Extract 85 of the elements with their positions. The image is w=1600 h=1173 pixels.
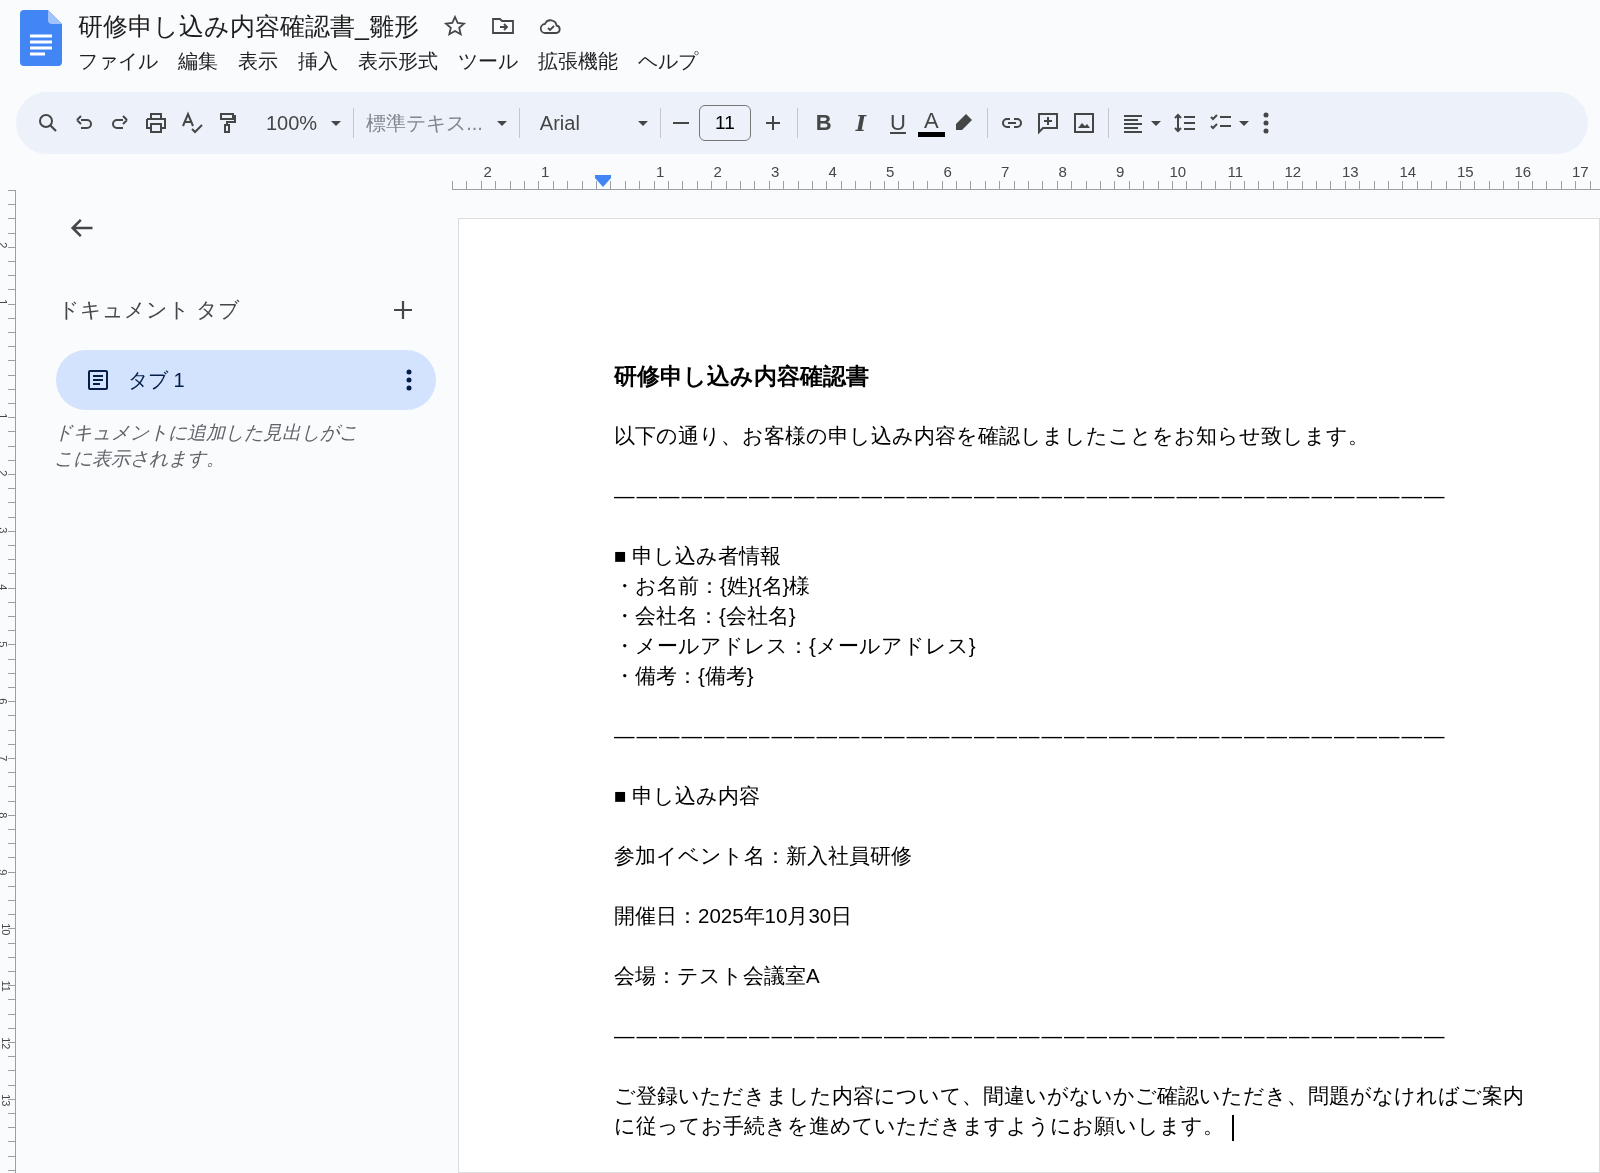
paragraph: 会場：テスト会議室A [614, 963, 821, 989]
menu-item[interactable]: 拡張機能 [528, 46, 628, 76]
ruler-number: 9 [0, 869, 11, 876]
ruler-number: 7 [0, 755, 11, 762]
font-size-field[interactable]: 11 [698, 105, 751, 141]
list-item: ・お名前：{姓}{名}様 [614, 574, 811, 597]
ruler-number: 1 [0, 413, 11, 420]
ruler-number: 6 [0, 698, 11, 705]
spellcheck-icon [180, 111, 204, 135]
ruler-number: 12 [1284, 163, 1302, 180]
sidebar-title: ドキュメント タブ [58, 297, 240, 323]
ruler-number: 3 [771, 163, 780, 180]
ruler-number: 4 [0, 584, 11, 591]
underline-button[interactable]: U [878, 108, 918, 138]
menu-item[interactable]: ツール [448, 46, 528, 76]
ruler-number: 2 [483, 163, 492, 180]
menu-item[interactable]: 挿入 [288, 46, 348, 76]
menu-item[interactable]: ファイル [68, 46, 168, 76]
paragraph: 参加イベント名：新入社員研修 [614, 843, 913, 869]
image-icon [1071, 111, 1096, 135]
menu-item[interactable]: 表示 [228, 46, 288, 76]
ruler-number: 2 [0, 470, 11, 477]
ruler-number: 11 [0, 980, 13, 993]
caret-icon [496, 120, 507, 126]
document-title[interactable]: 研修申し込み内容確認書_雛形 [78, 10, 419, 42]
ruler-number: 17 [1571, 163, 1589, 180]
ruler-number: 16 [1514, 163, 1532, 180]
divider-line: ————————————————————————————————————— [614, 724, 1447, 747]
paragraph: 開催日：2025年10月30日 [614, 903, 854, 929]
divider-line: ————————————————————————————————————— [614, 484, 1447, 507]
caret-icon [331, 120, 342, 126]
zoom-dropdown[interactable]: 100% [260, 102, 348, 144]
menu-item[interactable]: 表示形式 [348, 46, 448, 76]
star-icon[interactable] [442, 14, 467, 38]
ruler-number: 1 [0, 299, 11, 306]
minus-icon [672, 122, 689, 124]
ruler-number: 12 [0, 1037, 14, 1050]
list-item: ・メールアドレス：{メールアドレス} [614, 634, 976, 657]
caret-icon [1150, 120, 1161, 126]
docs-logo-icon[interactable] [20, 10, 62, 66]
ruler-number: 2 [0, 242, 11, 249]
ruler-number: 5 [0, 641, 11, 648]
menu-item[interactable]: 編集 [168, 46, 228, 76]
ruler-number: 13 [0, 1094, 14, 1107]
italic-button[interactable]: I [843, 108, 879, 138]
document-icon [86, 367, 110, 392]
document-tab[interactable]: タブ 1 [56, 349, 436, 410]
bold-button[interactable]: B [803, 108, 844, 138]
divider-line: ————————————————————————————————————— [614, 1024, 1447, 1047]
paragraph: 以下の通り、お客様の申し込み内容を確認しましたことをお知らせ致します。 [614, 423, 1370, 449]
ruler-number: 13 [1341, 163, 1359, 180]
more-icon[interactable] [406, 368, 412, 391]
ruler-number: 4 [828, 163, 837, 180]
line-spacing-icon [1172, 111, 1197, 135]
add-icon[interactable] [392, 298, 414, 321]
ruler-number: 10 [1169, 163, 1187, 180]
list-item: ・備考：{備考} [614, 664, 754, 687]
menu-item[interactable]: ヘルプ [628, 46, 708, 76]
ruler-number: 1 [541, 163, 550, 180]
font-dropdown[interactable]: Arial [525, 102, 654, 144]
ruler-number: 9 [1116, 163, 1125, 180]
comment-icon [1035, 111, 1060, 135]
text-color-button[interactable]: A [917, 109, 945, 137]
ruler-number: 3 [0, 527, 11, 534]
ruler-number: 5 [886, 163, 895, 180]
ruler-number: 10 [0, 923, 14, 936]
ruler-number: 1 [656, 163, 665, 180]
printer-icon [144, 111, 168, 135]
ruler-number: 8 [0, 812, 11, 819]
section-heading: ■ 申し込み内容 [614, 784, 761, 807]
section-heading: ■ 申し込み者情報 [614, 544, 782, 567]
list-item: ・会社名：{会社名} [614, 604, 796, 627]
ruler-number: 11 [1227, 163, 1244, 180]
sidebar-hint: ドキュメントに追加した見出しがここに表示されます。 [53, 420, 359, 471]
ruler-number: 7 [1001, 163, 1010, 180]
caret-icon [1238, 120, 1249, 126]
more-icon[interactable] [1262, 112, 1269, 134]
caret-icon [637, 120, 648, 126]
ruler-number: 14 [1399, 163, 1417, 180]
ruler-number: 2 [713, 163, 722, 180]
ruler-number: 6 [943, 163, 952, 180]
ruler-number: 15 [1456, 163, 1474, 180]
document-heading: 研修申し込み内容確認書 [614, 363, 869, 389]
paragraph: ご登録いただきました内容について、間違いがないかご確認いただき、問題がなければご案内に従ってお手続きを進めていただきますようにお願いします。 [614, 1081, 1529, 1141]
ruler-number: 8 [1058, 163, 1067, 180]
